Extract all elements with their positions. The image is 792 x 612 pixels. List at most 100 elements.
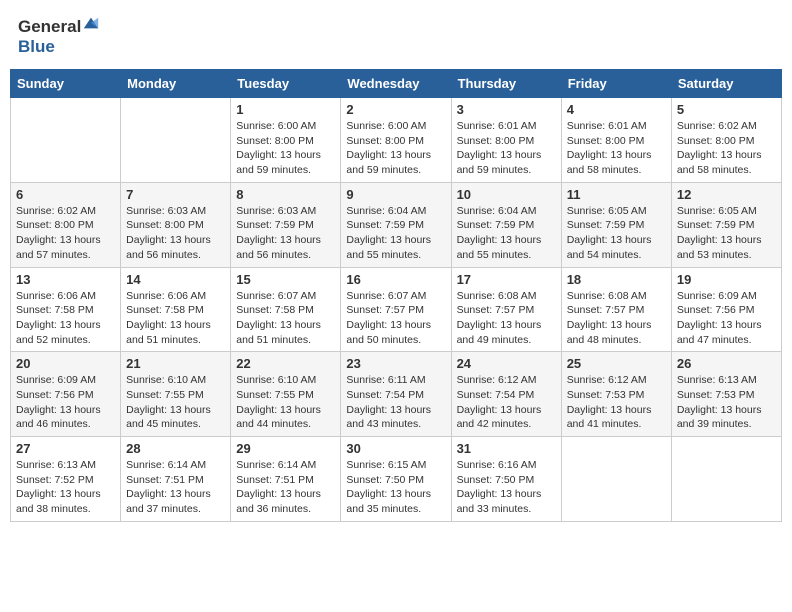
day-cell: 11 Sunrise: 6:05 AMSunset: 7:59 PMDayligh… — [561, 182, 671, 267]
day-cell: 31Sunrise: 6:16 AMSunset: 7:50 PMDayligh… — [451, 437, 561, 522]
day-info: Sunrise: 6:14 AMSunset: 7:51 PMDaylight:… — [236, 458, 335, 517]
day-info: Sunrise: 6:15 AMSunset: 7:50 PMDaylight:… — [346, 458, 445, 517]
day-cell: 3 Sunrise: 6:01 AMSunset: 8:00 PMDaylight… — [451, 98, 561, 183]
day-cell: 27 Sunrise: 6:13 AMSunset: 7:52 PMDayligh… — [11, 437, 121, 522]
day-info: Sunrise: 6:01 AMSunset: 8:00 PMDaylight:… — [567, 119, 666, 178]
day-number: 13 — [16, 272, 115, 287]
day-number: 29 — [236, 441, 335, 456]
day-cell: 4Sunrise: 6:01 AMSunset: 8:00 PMDaylight… — [561, 98, 671, 183]
day-cell: 18 Sunrise: 6:08 AMSunset: 7:57 PMDayligh… — [561, 267, 671, 352]
day-cell: 9 Sunrise: 6:04 AMSunset: 7:59 PMDaylight… — [341, 182, 451, 267]
day-number: 24 — [457, 356, 556, 371]
page-header: General Blue — [10, 10, 782, 61]
weekday-header-tuesday: Tuesday — [231, 70, 341, 98]
day-cell — [561, 437, 671, 522]
day-info: Sunrise: 6:00 AMSunset: 8:00 PMDaylight:… — [236, 119, 335, 178]
day-number: 22 — [236, 356, 335, 371]
day-info: Sunrise: 6:04 AMSunset: 7:59 PMDaylight:… — [457, 204, 556, 263]
day-cell: 30 Sunrise: 6:15 AMSunset: 7:50 PMDayligh… — [341, 437, 451, 522]
day-cell: 13 Sunrise: 6:06 AMSunset: 7:58 PMDayligh… — [11, 267, 121, 352]
day-number: 31 — [457, 441, 556, 456]
day-number: 12 — [677, 187, 776, 202]
day-number: 3 — [457, 102, 556, 117]
day-info: Sunrise: 6:05 AMSunset: 7:59 PMDaylight:… — [677, 204, 776, 263]
logo: General Blue — [18, 14, 100, 57]
day-info: Sunrise: 6:11 AMSunset: 7:54 PMDaylight:… — [346, 373, 445, 432]
weekday-header-saturday: Saturday — [671, 70, 781, 98]
day-cell: 20 Sunrise: 6:09 AMSunset: 7:56 PMDayligh… — [11, 352, 121, 437]
day-cell: 8 Sunrise: 6:03 AMSunset: 7:59 PMDaylight… — [231, 182, 341, 267]
day-info: Sunrise: 6:04 AMSunset: 7:59 PMDaylight:… — [346, 204, 445, 263]
day-number: 25 — [567, 356, 666, 371]
day-info: Sunrise: 6:07 AMSunset: 7:57 PMDaylight:… — [346, 289, 445, 348]
day-info: Sunrise: 6:06 AMSunset: 7:58 PMDaylight:… — [126, 289, 225, 348]
day-number: 26 — [677, 356, 776, 371]
day-info: Sunrise: 6:13 AMSunset: 7:52 PMDaylight:… — [16, 458, 115, 517]
day-number: 11 — [567, 187, 666, 202]
day-info: Sunrise: 6:14 AMSunset: 7:51 PMDaylight:… — [126, 458, 225, 517]
day-info: Sunrise: 6:08 AMSunset: 7:57 PMDaylight:… — [567, 289, 666, 348]
day-info: Sunrise: 6:12 AMSunset: 7:54 PMDaylight:… — [457, 373, 556, 432]
day-cell: 21 Sunrise: 6:10 AMSunset: 7:55 PMDayligh… — [121, 352, 231, 437]
day-number: 5 — [677, 102, 776, 117]
day-info: Sunrise: 6:03 AMSunset: 8:00 PMDaylight:… — [126, 204, 225, 263]
weekday-header-friday: Friday — [561, 70, 671, 98]
day-number: 8 — [236, 187, 335, 202]
day-cell — [11, 98, 121, 183]
day-cell — [671, 437, 781, 522]
day-info: Sunrise: 6:05 AMSunset: 7:59 PMDaylight:… — [567, 204, 666, 263]
weekday-header-wednesday: Wednesday — [341, 70, 451, 98]
day-cell: 6 Sunrise: 6:02 AMSunset: 8:00 PMDaylight… — [11, 182, 121, 267]
day-info: Sunrise: 6:03 AMSunset: 7:59 PMDaylight:… — [236, 204, 335, 263]
day-number: 17 — [457, 272, 556, 287]
day-number: 30 — [346, 441, 445, 456]
day-info: Sunrise: 6:02 AMSunset: 8:00 PMDaylight:… — [16, 204, 115, 263]
day-number: 6 — [16, 187, 115, 202]
logo-text: General Blue — [18, 14, 100, 57]
calendar-table: SundayMondayTuesdayWednesdayThursdayFrid… — [10, 69, 782, 522]
weekday-header-row: SundayMondayTuesdayWednesdayThursdayFrid… — [11, 70, 782, 98]
day-cell — [121, 98, 231, 183]
week-row-1: 1 Sunrise: 6:00 AMSunset: 8:00 PMDaylight… — [11, 98, 782, 183]
day-info: Sunrise: 6:06 AMSunset: 7:58 PMDaylight:… — [16, 289, 115, 348]
day-number: 9 — [346, 187, 445, 202]
day-cell: 16Sunrise: 6:07 AMSunset: 7:57 PMDayligh… — [341, 267, 451, 352]
day-number: 18 — [567, 272, 666, 287]
day-cell: 17Sunrise: 6:08 AMSunset: 7:57 PMDayligh… — [451, 267, 561, 352]
day-cell: 12 Sunrise: 6:05 AMSunset: 7:59 PMDayligh… — [671, 182, 781, 267]
day-number: 10 — [457, 187, 556, 202]
day-number: 1 — [236, 102, 335, 117]
day-info: Sunrise: 6:09 AMSunset: 7:56 PMDaylight:… — [677, 289, 776, 348]
day-info: Sunrise: 6:13 AMSunset: 7:53 PMDaylight:… — [677, 373, 776, 432]
day-cell: 2 Sunrise: 6:00 AMSunset: 8:00 PMDaylight… — [341, 98, 451, 183]
day-number: 27 — [16, 441, 115, 456]
day-number: 21 — [126, 356, 225, 371]
day-info: Sunrise: 6:10 AMSunset: 7:55 PMDaylight:… — [126, 373, 225, 432]
day-info: Sunrise: 6:01 AMSunset: 8:00 PMDaylight:… — [457, 119, 556, 178]
day-number: 28 — [126, 441, 225, 456]
day-info: Sunrise: 6:02 AMSunset: 8:00 PMDaylight:… — [677, 119, 776, 178]
day-number: 20 — [16, 356, 115, 371]
day-number: 19 — [677, 272, 776, 287]
day-info: Sunrise: 6:09 AMSunset: 7:56 PMDaylight:… — [16, 373, 115, 432]
week-row-3: 13 Sunrise: 6:06 AMSunset: 7:58 PMDayligh… — [11, 267, 782, 352]
day-cell: 28 Sunrise: 6:14 AMSunset: 7:51 PMDayligh… — [121, 437, 231, 522]
day-cell: 19 Sunrise: 6:09 AMSunset: 7:56 PMDayligh… — [671, 267, 781, 352]
day-cell: 25Sunrise: 6:12 AMSunset: 7:53 PMDayligh… — [561, 352, 671, 437]
day-cell: 23 Sunrise: 6:11 AMSunset: 7:54 PMDayligh… — [341, 352, 451, 437]
weekday-header-monday: Monday — [121, 70, 231, 98]
day-cell: 5 Sunrise: 6:02 AMSunset: 8:00 PMDaylight… — [671, 98, 781, 183]
day-number: 2 — [346, 102, 445, 117]
day-cell: 15Sunrise: 6:07 AMSunset: 7:58 PMDayligh… — [231, 267, 341, 352]
week-row-5: 27 Sunrise: 6:13 AMSunset: 7:52 PMDayligh… — [11, 437, 782, 522]
day-info: Sunrise: 6:00 AMSunset: 8:00 PMDaylight:… — [346, 119, 445, 178]
day-info: Sunrise: 6:07 AMSunset: 7:58 PMDaylight:… — [236, 289, 335, 348]
day-cell: 10 Sunrise: 6:04 AMSunset: 7:59 PMDayligh… — [451, 182, 561, 267]
week-row-2: 6 Sunrise: 6:02 AMSunset: 8:00 PMDaylight… — [11, 182, 782, 267]
day-cell: 29 Sunrise: 6:14 AMSunset: 7:51 PMDayligh… — [231, 437, 341, 522]
logo-general: General — [18, 17, 81, 36]
logo-blue: Blue — [18, 37, 55, 56]
day-number: 7 — [126, 187, 225, 202]
day-number: 23 — [346, 356, 445, 371]
day-cell: 22Sunrise: 6:10 AMSunset: 7:55 PMDayligh… — [231, 352, 341, 437]
